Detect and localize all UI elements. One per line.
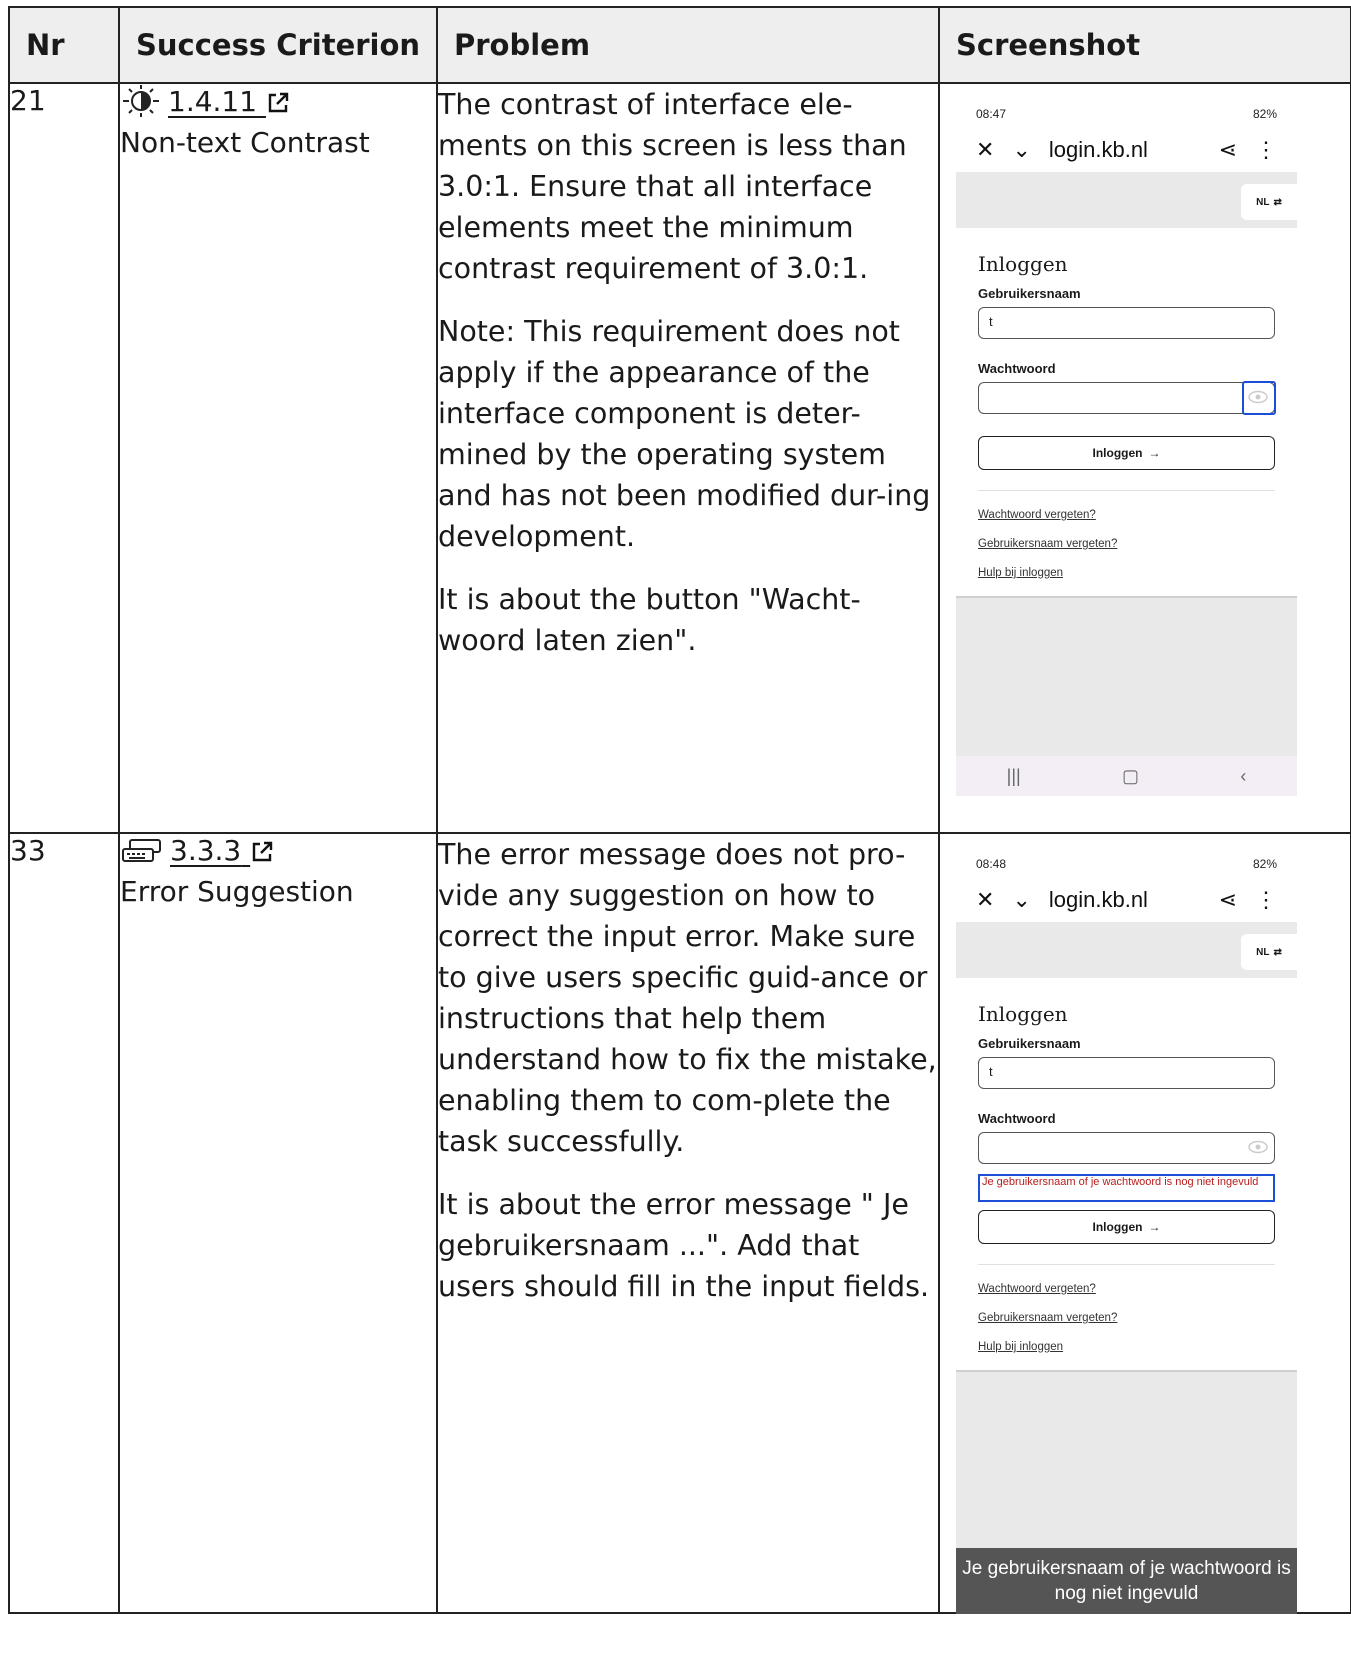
- criterion-name: Non-text Contrast: [120, 126, 370, 159]
- divider: [978, 490, 1275, 491]
- chevron-down-icon[interactable]: ⌄: [1012, 887, 1030, 913]
- keyboard-icon: [122, 838, 161, 862]
- audit-table: Nr Success Criterion Problem Screenshot …: [8, 6, 1351, 1614]
- login-button[interactable]: Inloggen →: [978, 1210, 1275, 1244]
- forgot-username-link[interactable]: Gebruikersnaam vergeten?: [978, 538, 1275, 550]
- external-link-icon: [252, 841, 273, 862]
- close-icon[interactable]: ✕: [976, 887, 994, 913]
- more-icon[interactable]: ⋮: [1255, 137, 1277, 163]
- username-label: Gebruikersnaam: [978, 286, 1081, 301]
- chevron-down-icon[interactable]: ⌄: [1012, 137, 1030, 163]
- criterion-name: Error Suggestion: [120, 875, 354, 908]
- login-form: Inloggen Gebruikersnaam t Wachtwoord Je …: [956, 978, 1297, 1353]
- help-link[interactable]: Hulp bij inloggen: [978, 567, 1275, 579]
- form-heading: Inloggen: [978, 1002, 1068, 1026]
- criterion-cell: 1.4.11 Non-text Contrast: [118, 82, 438, 834]
- problem-paragraph: The contrast of interface ele-ments on t…: [438, 88, 907, 285]
- header-row: Nr Success Criterion Problem Screenshot: [8, 6, 1351, 84]
- password-label: Wachtwoord: [978, 1111, 1056, 1126]
- help-link[interactable]: Hulp bij inloggen: [978, 1341, 1275, 1353]
- external-link-icon: [268, 92, 289, 112]
- status-battery: 82%: [1252, 857, 1277, 871]
- login-form: Inloggen Gebruikersnaam t Wachtwoord Inl…: [956, 228, 1297, 579]
- problem-paragraph: It is about the error message " Je gebru…: [438, 1188, 930, 1303]
- username-input[interactable]: t: [978, 307, 1275, 339]
- problem-cell: The contrast of interface ele-ments on t…: [436, 82, 940, 834]
- header-problem: Problem: [436, 6, 940, 84]
- status-time: 08:47: [976, 107, 1007, 121]
- language-switch[interactable]: NL ⇄: [1241, 184, 1297, 220]
- phone-screenshot: 08:48 82% ✕ ⌄ login.kb.nl ⋖ ⋮ NL ⇄ Inlog…: [956, 850, 1297, 1614]
- toast-message: Je gebruikersnaam of je wachtwoord is no…: [956, 1548, 1297, 1614]
- eye-icon[interactable]: [1248, 1140, 1268, 1154]
- browser-toolbar: ✕ ⌄ login.kb.nl ⋖ ⋮: [956, 128, 1297, 172]
- close-icon[interactable]: ✕: [976, 137, 994, 163]
- highlight-box: [1242, 381, 1276, 415]
- site-header: NL ⇄: [956, 922, 1297, 978]
- status-battery: 82%: [1252, 107, 1277, 121]
- problem-cell: The error message does not pro-vide any …: [436, 832, 940, 1614]
- phone-screenshot: 08:47 82% ✕ ⌄ login.kb.nl ⋖ ⋮ NL ⇄ Inlog…: [956, 100, 1297, 804]
- url-text[interactable]: login.kb.nl: [1049, 137, 1201, 163]
- row-number: 21: [8, 82, 120, 834]
- header-criterion: Success Criterion: [118, 6, 438, 84]
- browser-toolbar: ✕ ⌄ login.kb.nl ⋖ ⋮: [956, 878, 1297, 922]
- header-screenshot: Screenshot: [938, 6, 1351, 84]
- status-bar: 08:48 82%: [956, 850, 1297, 878]
- problem-paragraph: Note: This requirement does not apply if…: [438, 315, 931, 553]
- forgot-username-link[interactable]: Gebruikersnaam vergeten?: [978, 1312, 1275, 1324]
- header-nr: Nr: [8, 6, 120, 84]
- forgot-password-link[interactable]: Wachtwoord vergeten?: [978, 509, 1275, 521]
- status-bar: 08:47 82%: [956, 100, 1297, 128]
- screenshot-cell: 08:48 82% ✕ ⌄ login.kb.nl ⋖ ⋮ NL ⇄ Inlog…: [938, 832, 1351, 1614]
- share-icon[interactable]: ⋖: [1219, 887, 1237, 913]
- table-row: 33 3.3.3 Error Suggestion The error mess…: [8, 832, 1351, 1614]
- password-input[interactable]: [978, 381, 1276, 415]
- error-message: Je gebruikersnaam of je wachtwoord is no…: [978, 1174, 1275, 1202]
- problem-paragraph: It is about the button "Wacht-woord late…: [438, 583, 861, 657]
- page-footer-area: [956, 596, 1297, 756]
- contrast-icon: [123, 85, 159, 117]
- criterion-link[interactable]: 1.4.11: [168, 85, 290, 118]
- password-label: Wachtwoord: [978, 361, 1056, 376]
- screenshot-cell: 08:47 82% ✕ ⌄ login.kb.nl ⋖ ⋮ NL ⇄ Inlog…: [938, 82, 1351, 834]
- username-input[interactable]: t: [978, 1057, 1275, 1089]
- problem-paragraph: The error message does not pro-vide any …: [438, 838, 937, 1158]
- home-icon[interactable]: ▢: [1122, 766, 1139, 787]
- form-heading: Inloggen: [978, 252, 1068, 276]
- criterion-link[interactable]: 3.3.3: [170, 834, 274, 867]
- login-button[interactable]: Inloggen →: [978, 436, 1275, 470]
- row-number: 33: [8, 832, 120, 1614]
- criterion-cell: 3.3.3 Error Suggestion: [118, 832, 438, 1614]
- url-text[interactable]: login.kb.nl: [1049, 887, 1201, 913]
- more-icon[interactable]: ⋮: [1255, 887, 1277, 913]
- language-switch[interactable]: NL ⇄: [1241, 934, 1297, 970]
- recent-apps-icon[interactable]: |||: [1007, 766, 1021, 787]
- share-icon[interactable]: ⋖: [1219, 137, 1237, 163]
- divider: [978, 1264, 1275, 1265]
- forgot-password-link[interactable]: Wachtwoord vergeten?: [978, 1283, 1275, 1295]
- site-header: NL ⇄: [956, 172, 1297, 228]
- password-input[interactable]: [978, 1132, 1275, 1164]
- back-icon[interactable]: ‹: [1240, 766, 1246, 787]
- android-nav-bar: ||| ▢ ‹: [956, 756, 1297, 796]
- username-label: Gebruikersnaam: [978, 1036, 1081, 1051]
- status-time: 08:48: [976, 857, 1007, 871]
- table-row: 21 1.4.11 Non-text Contrast The contrast…: [8, 82, 1351, 834]
